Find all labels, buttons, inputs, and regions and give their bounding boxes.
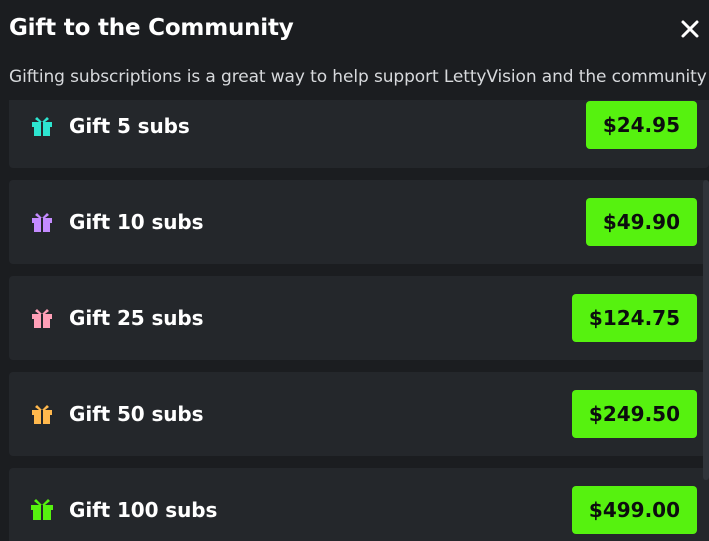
gift-option-card: Gift 5 subs $24.95 [9,100,709,168]
close-button[interactable] [678,17,702,41]
gift-option-label: Gift 25 subs [69,306,204,330]
gift-icon [31,307,53,329]
gift-icon [31,403,53,425]
gift-icon [31,115,53,137]
gift-option-card: Gift 10 subs $49.90 [9,180,709,264]
gift-option-card: Gift 50 subs $249.50 [9,372,709,456]
gift-price-button[interactable]: $499.00 [571,486,697,534]
close-icon[interactable] [678,17,702,41]
gift-option-label: Gift 100 subs [69,498,218,522]
gift-price-button[interactable]: $124.75 [571,294,697,342]
gift-options-list[interactable]: Gift 5 subs $24.95 Gift 10 subs $49.90 G… [9,100,709,541]
gift-dialog: Gift to the Community Gifting subscripti… [0,0,709,541]
gift-icon [31,211,53,233]
scrollbar[interactable] [703,180,709,480]
gift-icon [31,498,53,520]
gift-option-card: Gift 25 subs $124.75 [9,276,709,360]
gift-price-button[interactable]: $249.50 [571,390,697,438]
gift-option-label: Gift 50 subs [69,402,204,426]
gift-option-label: Gift 10 subs [69,210,204,234]
gift-option-card: Gift 100 subs $499.00 [9,468,709,541]
dialog-subtitle: Gifting subscriptions is a great way to … [9,67,707,87]
gift-option-label: Gift 5 subs [69,114,190,138]
gift-price-button[interactable]: $24.95 [585,101,697,149]
gift-price-button[interactable]: $49.90 [585,198,697,246]
dialog-title: Gift to the Community [9,15,294,41]
